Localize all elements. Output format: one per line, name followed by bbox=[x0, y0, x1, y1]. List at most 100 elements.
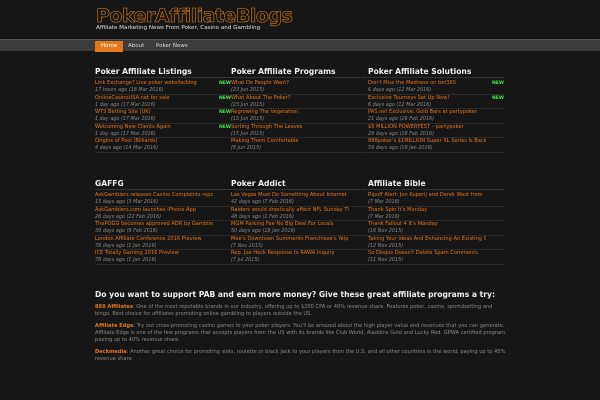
list-item: So Disqus Doesn't Delete Spam Comments (1… bbox=[368, 250, 504, 265]
article-date: (23 Jun 2015) bbox=[231, 87, 265, 93]
column-title[interactable]: Affiliate Bible bbox=[368, 178, 504, 190]
list-item: Making Them Comfortable (8 Jun 2015) bbox=[231, 138, 367, 153]
article-link[interactable]: Don't Miss the Madness on bet365 bbox=[368, 80, 486, 87]
list-item: Link Exchange? Live poker website/blog 17… bbox=[95, 80, 231, 95]
article-date: 21 days ago (26 Feb 2016) bbox=[368, 116, 435, 122]
list-item: $5 MILLION POWERFEST – partypoker 29 days… bbox=[368, 124, 504, 138]
column-title[interactable]: Poker Affiliate Programs bbox=[231, 66, 367, 78]
article-link[interactable]: Exclusive Tourneys Set Up Now! bbox=[368, 95, 486, 102]
feed-column: Poker Affiliate Solutions Don't Miss the … bbox=[368, 66, 504, 153]
article-date: (7 Mar 2016) bbox=[368, 199, 400, 205]
promo-section: Do you want to support PAB and earn more… bbox=[95, 290, 507, 363]
site-header: PokerAffiliateBlogs Affiliate Marketing … bbox=[0, 0, 600, 38]
nav-home[interactable]: Home bbox=[95, 41, 124, 52]
list-item: MGM Parking Fee No Big Deal For Locals 50… bbox=[231, 221, 367, 236]
article-link[interactable]: AskGamblers.com launches iPhone App bbox=[95, 207, 213, 214]
article-date: (15 Jun 2015) bbox=[231, 116, 265, 122]
article-link[interactable]: Ripoff Alert: Jon Kuperij and Derek West… bbox=[368, 192, 486, 199]
article-date: (15 Jun 2015) bbox=[231, 130, 265, 137]
list-item: Las Vegas Must Do Something About Intern… bbox=[231, 192, 367, 207]
article-date: (12 Nov 2015) bbox=[368, 242, 404, 249]
article-date: (7 Mar 2016) bbox=[368, 213, 400, 220]
article-link[interactable]: What Do People Want? bbox=[231, 80, 349, 87]
article-link[interactable]: Las Vegas Must Do Something About Intern… bbox=[231, 192, 349, 199]
list-item: London Affiliate Conference 2016 Preview… bbox=[95, 236, 231, 250]
article-date: 39 days ago (9 Feb 2016) bbox=[95, 228, 158, 234]
article-link[interactable]: $5 MILLION POWERFEST – partypoker bbox=[368, 124, 486, 131]
article-date: 4 days ago (14 Mar 2016) bbox=[95, 145, 159, 151]
promo-program-link[interactable]: Deckmedia bbox=[95, 349, 127, 355]
list-item: Thank Fallout 4 It's Monday (16 Nov 2015) bbox=[368, 221, 504, 236]
list-item: Regrowing The Vegetation (15 Jun 2015) bbox=[231, 109, 367, 124]
list-item: PAS.net Exclusive: Gold Bars at partypok… bbox=[368, 109, 504, 124]
nav-poker-news[interactable]: Poker News bbox=[150, 41, 194, 52]
article-link[interactable]: WTS Betting Site (UK) bbox=[95, 109, 213, 116]
list-item: WTS Betting Site (UK) 1 day ago (17 Mar 2… bbox=[95, 109, 231, 124]
list-item: ThePOGG becomes approved ADR by Gambling… bbox=[95, 221, 231, 236]
article-date: 59 days ago (19 Jan 2016) bbox=[368, 145, 433, 151]
column-title[interactable]: Poker Affiliate Listings bbox=[95, 66, 231, 78]
article-link[interactable]: OnlineCasinoUSA.net for sale bbox=[95, 95, 213, 102]
article-date: 1 day ago (17 Mar 2016) bbox=[95, 101, 156, 108]
article-link[interactable]: ICE Totally Gaming 2016 Preview bbox=[95, 250, 213, 257]
article-link[interactable]: Link Exchange? Live poker website/blog bbox=[95, 80, 213, 87]
article-link[interactable]: Thank Spin It's Monday bbox=[368, 207, 486, 214]
feed-column: Poker Affiliate Listings Link Exchange? L… bbox=[95, 66, 231, 153]
nav-about[interactable]: About bbox=[122, 41, 150, 52]
new-badge: NEW bbox=[491, 95, 504, 101]
article-link[interactable]: So Disqus Doesn't Delete Spam Comments bbox=[368, 250, 486, 257]
article-date: 42 days ago (7 Feb 2016) bbox=[231, 199, 294, 205]
promo-title: Do you want to support PAB and earn more… bbox=[95, 290, 495, 299]
list-item: What Do People Want? (23 Jun 2015) bbox=[231, 80, 367, 95]
list-item: Taking Your Ideas And Enhancing An Exist… bbox=[368, 236, 504, 250]
column-title[interactable]: Poker Addict bbox=[231, 178, 367, 190]
promo-program-link[interactable]: Affiliate Edge bbox=[95, 323, 133, 329]
new-badge: NEW bbox=[218, 124, 231, 130]
site-logo[interactable]: PokerAffiliateBlogs bbox=[96, 5, 293, 28]
promo-entry: 888 Affiliates: One of the most reputabl… bbox=[95, 304, 507, 318]
column-title[interactable]: Poker Affiliate Solutions bbox=[368, 66, 504, 78]
article-link[interactable]: Rep. Joe Heck Response to RAWA Inquiry bbox=[231, 250, 349, 257]
article-date: 15 days ago (3 Mar 2016) bbox=[95, 199, 159, 205]
list-item: Thank Spin It's Monday (7 Mar 2016) bbox=[368, 207, 504, 221]
article-link[interactable]: Moe's Downtown Summerlin Franchisee's Ye… bbox=[231, 236, 349, 243]
article-link[interactable]: Making Them Comfortable bbox=[231, 138, 349, 145]
article-link[interactable]: Taking Your Ideas And Enhancing An Exist… bbox=[368, 236, 486, 243]
article-date: (7 Jul 2015) bbox=[231, 257, 260, 263]
list-item: OnlineCasinoUSA.net for sale 1 day ago (1… bbox=[95, 95, 231, 109]
article-date: 1 day ago (17 Mar 2016) bbox=[95, 116, 156, 122]
article-date: (16 Nov 2015) bbox=[368, 228, 404, 234]
article-date: 6 days ago (12 Mar 2016) bbox=[368, 101, 432, 108]
article-link[interactable]: Sorting Through The Leaves bbox=[231, 124, 349, 131]
article-link[interactable]: Raiders would drastically affect NFL Sun… bbox=[231, 207, 349, 214]
list-item: Origins of Pool (Billiards) 4 days ago (1… bbox=[95, 138, 231, 153]
article-link[interactable]: AskGamblers releases Casino Complaints r… bbox=[95, 192, 213, 199]
article-date: 78 days ago (1 Jan 2016) bbox=[95, 242, 157, 249]
article-link[interactable]: Origins of Pool (Billiards) bbox=[95, 138, 213, 145]
site-tagline: Affiliate Marketing News From Poker, Cas… bbox=[96, 25, 261, 31]
list-item: Rep. Joe Heck Response to RAWA Inquiry (7… bbox=[231, 250, 367, 265]
article-link[interactable]: Welcoming New Clients Again bbox=[95, 124, 213, 131]
list-item: Ripoff Alert: Jon Kuperij and Derek West… bbox=[368, 192, 504, 207]
article-date: (11 Nov 2015) bbox=[368, 257, 404, 263]
article-link[interactable]: ThePOGG becomes approved ADR by Gambling bbox=[95, 221, 213, 228]
list-item: AskGamblers releases Casino Complaints r… bbox=[95, 192, 231, 207]
list-item: Don't Miss the Madness on bet365 6 days a… bbox=[368, 80, 504, 95]
list-item: Sorting Through The Leaves (15 Jun 2015) bbox=[231, 124, 367, 138]
main-nav: Home About Poker News bbox=[0, 39, 600, 52]
list-item: Raiders would drastically affect NFL Sun… bbox=[231, 207, 367, 221]
article-link[interactable]: Regrowing The Vegetation bbox=[231, 109, 349, 116]
article-date: (23 Jun 2015) bbox=[231, 101, 265, 108]
article-date: 48 days ago (1 Feb 2016) bbox=[231, 213, 294, 220]
article-link[interactable]: MGM Parking Fee No Big Deal For Locals bbox=[231, 221, 349, 228]
new-badge: NEW bbox=[218, 81, 231, 86]
article-link[interactable]: 888poker's $1MILLION Super XL Series Is … bbox=[368, 138, 486, 145]
article-link[interactable]: London Affiliate Conference 2016 Preview bbox=[95, 236, 213, 243]
article-link[interactable]: What About The Poker? bbox=[231, 95, 349, 102]
promo-entry: Deckmedia: Another great choice for prom… bbox=[95, 349, 507, 363]
promo-program-link[interactable]: 888 Affiliates bbox=[95, 304, 133, 310]
column-title[interactable]: GAFFG bbox=[95, 178, 231, 190]
article-link[interactable]: PAS.net Exclusive: Gold Bars at partypok… bbox=[368, 109, 486, 116]
article-link[interactable]: Thank Fallout 4 It's Monday bbox=[368, 221, 486, 228]
article-date: 17 hours ago (18 Mar 2016) bbox=[95, 87, 164, 93]
